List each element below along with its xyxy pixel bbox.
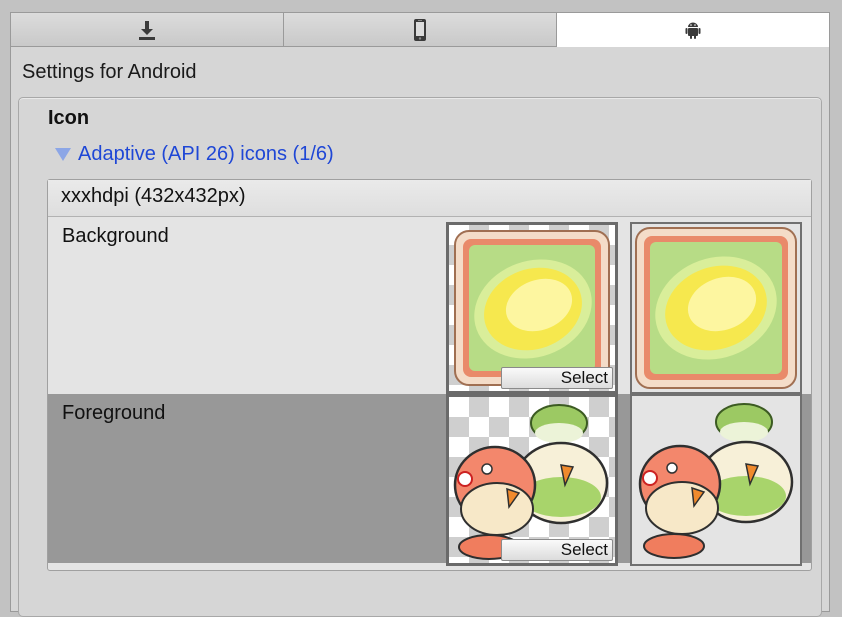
foreground-preview-slot <box>630 394 802 566</box>
background-preview-slot <box>630 222 802 394</box>
download-icon <box>139 20 155 40</box>
tab-standalone[interactable] <box>11 13 284 47</box>
phone-icon <box>414 18 426 41</box>
density-header-label: xxxhdpi (432x432px) <box>61 185 246 207</box>
android-icon <box>685 22 701 39</box>
background-select-button[interactable]: Select <box>501 367 613 389</box>
settings-title: Settings for Android <box>22 61 197 83</box>
background-label: Background <box>62 225 169 247</box>
density-header: xxxhdpi (432x432px) <box>48 180 811 217</box>
platform-tabs <box>10 12 830 47</box>
foreground-preview-image <box>638 403 794 559</box>
background-texture-slot[interactable]: Select <box>446 222 618 394</box>
adaptive-icons-foldout[interactable]: Adaptive (API 26) icons (1/6) <box>55 142 334 166</box>
foldout-arrow-icon <box>55 147 71 161</box>
foldout-label: Adaptive (API 26) icons (1/6) <box>78 142 334 165</box>
tab-ios[interactable] <box>284 13 557 47</box>
foreground-label: Foreground <box>62 402 166 424</box>
foreground-texture-slot[interactable]: Select <box>446 394 618 566</box>
icon-heading: Icon <box>48 107 90 129</box>
foreground-select-button[interactable]: Select <box>501 539 613 561</box>
tab-android[interactable] <box>557 13 829 47</box>
background-preview-image <box>635 227 797 389</box>
